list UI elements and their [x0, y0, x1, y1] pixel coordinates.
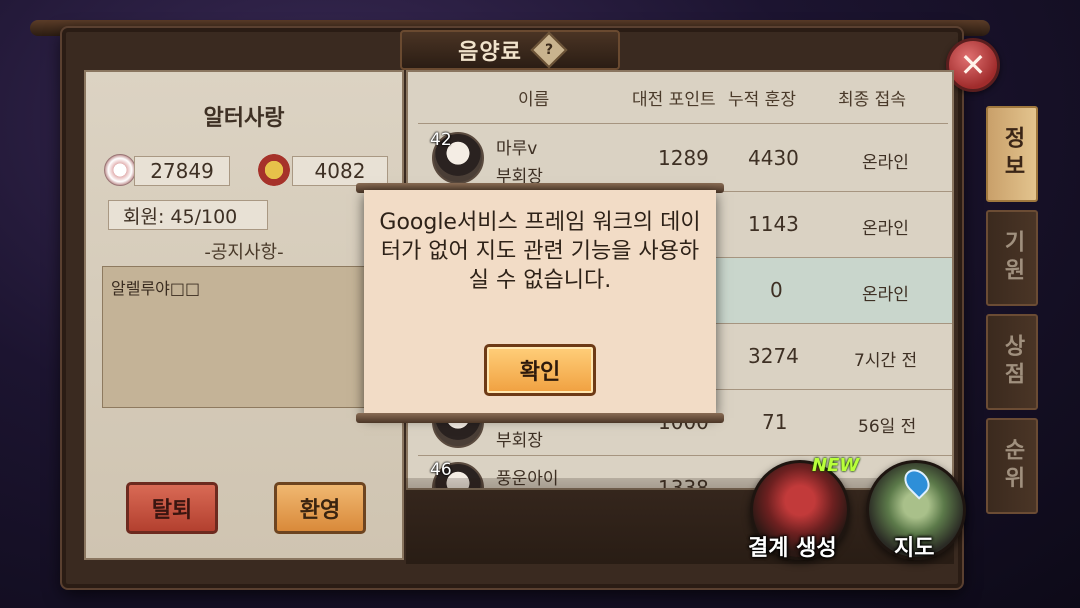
member-last-login: 56일 전	[858, 417, 917, 437]
map-label: 지도	[894, 536, 935, 561]
notice-text[interactable]: 알렐루야□□	[102, 266, 392, 408]
member-last-login: 7시간 전	[854, 351, 918, 371]
member-last-login: 온라인	[862, 219, 909, 239]
member-role: 부회장	[496, 431, 543, 451]
tab-info[interactable]: 정보	[986, 106, 1038, 202]
member-medals: 0	[770, 278, 783, 302]
member-medals: 4430	[748, 146, 799, 170]
member-medals: 3274	[748, 344, 799, 368]
tab-shop[interactable]: 상점	[986, 314, 1038, 410]
new-badge: NEW	[812, 455, 860, 476]
help-icon[interactable]: ?	[530, 31, 568, 69]
member-medals: 1143	[748, 212, 799, 236]
tab-ranking[interactable]: 순위	[986, 418, 1038, 514]
header-name: 이름	[518, 90, 550, 110]
header-battle-points: 대전 포인트	[632, 90, 716, 110]
dialog-message: Google서비스 프레임 워크의 데이터가 없어 지도 관련 기능을 사용하실…	[379, 210, 701, 293]
guild-name: 알터사랑	[203, 106, 285, 131]
scroll-rod-bottom	[356, 413, 724, 423]
flower-icon	[104, 154, 136, 186]
member-points: 1289	[658, 146, 709, 170]
page-title: 음양료	[458, 40, 522, 65]
help-icon-glyph: ?	[544, 42, 553, 58]
close-icon: ✕	[959, 46, 987, 84]
member-last-login: 온라인	[862, 285, 909, 305]
member-name: 마루v	[496, 139, 538, 159]
table-header: 이름 대전 포인트 누적 훈장 최종 접속	[418, 72, 948, 124]
header-last-login: 최종 접속	[838, 90, 906, 110]
member-last-login: 온라인	[862, 153, 909, 173]
seal-icon	[258, 154, 290, 186]
title-plate: 음양료 ?	[400, 30, 620, 70]
member-count: 회원: 45/100	[108, 200, 268, 230]
notice-title: -공지사항-	[204, 242, 284, 263]
confirm-button[interactable]: 확인	[484, 344, 596, 396]
member-level: 46	[430, 460, 452, 480]
member-medals: 71	[762, 410, 788, 434]
side-tabs: 정보 기원 상점 순위	[980, 84, 1044, 544]
welcome-button[interactable]: 환영	[274, 482, 366, 534]
create-barrier-label: 결계 생성	[748, 536, 837, 561]
header-medals: 누적 훈장	[728, 90, 796, 110]
alert-dialog: Google서비스 프레임 워크의 데이터가 없어 지도 관련 기능을 사용하실…	[364, 190, 716, 414]
member-level: 42	[430, 130, 452, 150]
flower-stat: 27849	[134, 156, 230, 186]
seal-stat: 4082	[292, 156, 388, 186]
tab-wish[interactable]: 기원	[986, 210, 1038, 306]
leave-button[interactable]: 탈퇴	[126, 482, 218, 534]
guild-info-panel: 알터사랑 27849 4082 회원: 45/100 -공지사항- 알렐루야□□…	[84, 70, 404, 560]
